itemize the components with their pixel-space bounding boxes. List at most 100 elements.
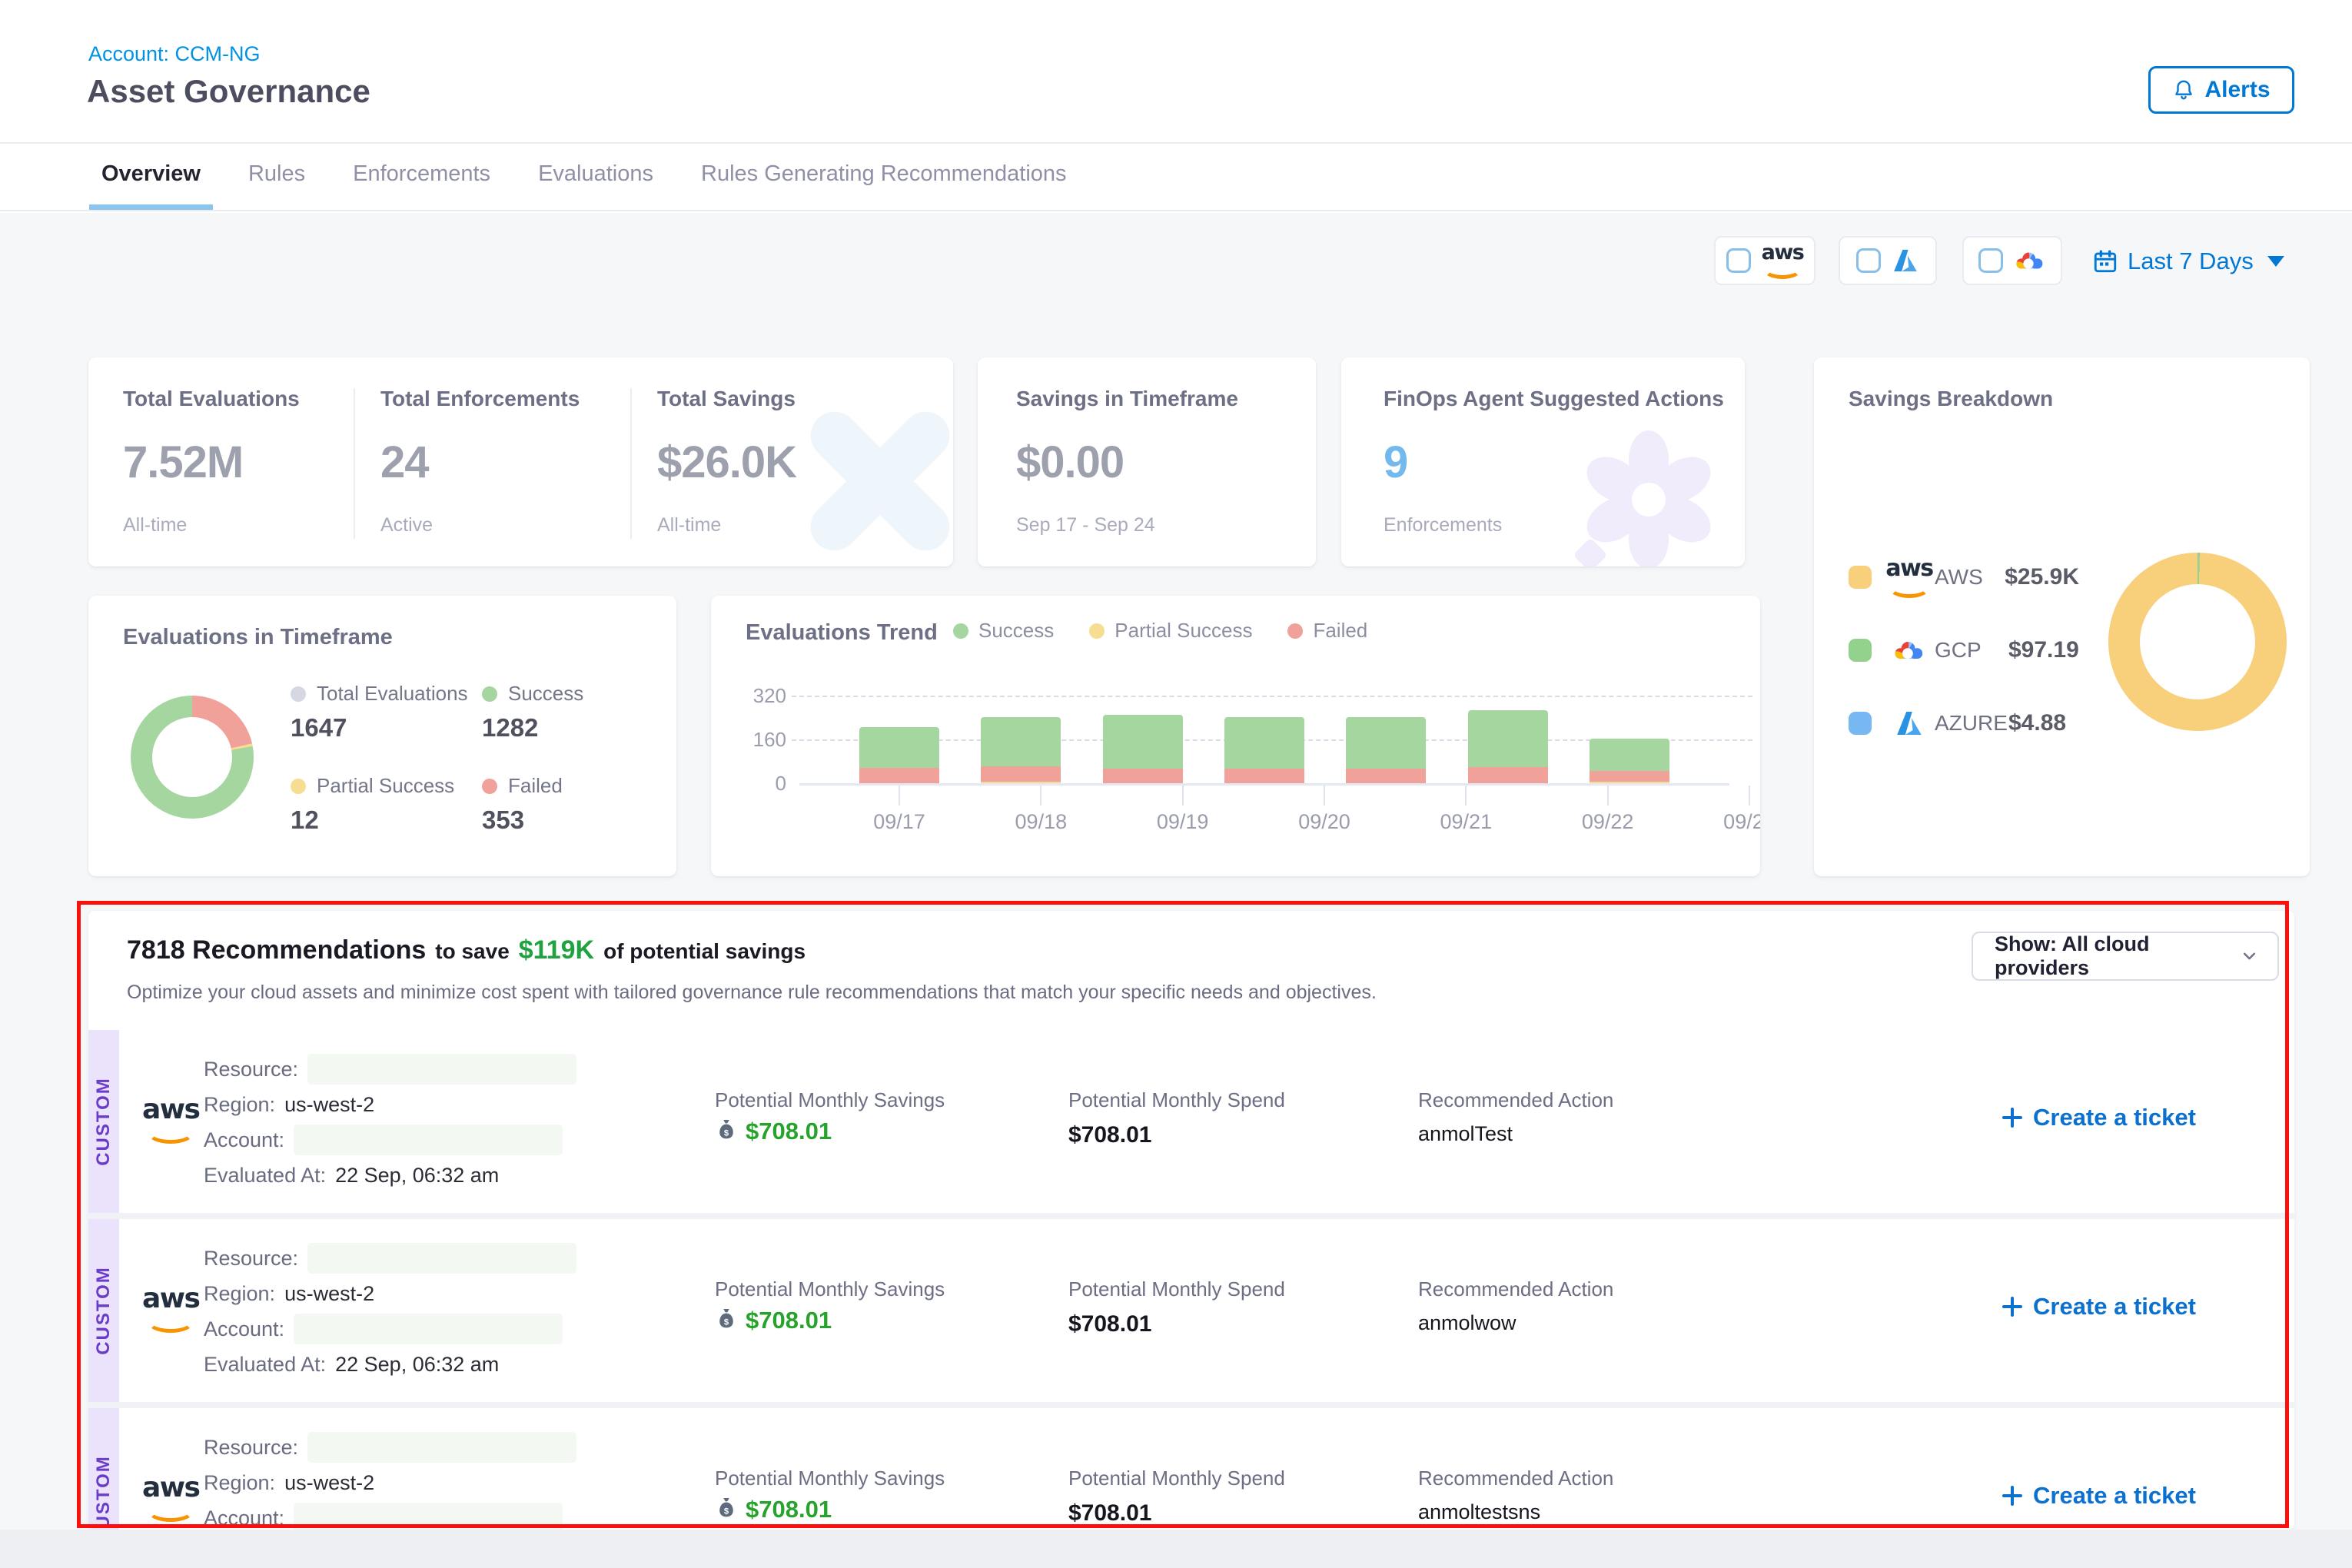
- potential-monthly-spend: $708.01: [1068, 1500, 1151, 1526]
- aws-provider-icon: aws: [142, 1474, 199, 1522]
- region-label: Region:: [204, 1471, 275, 1495]
- trend-y-label: 0: [726, 772, 786, 794]
- savings-breakdown-card: Savings Breakdown aws AWS $25.9K: [1814, 357, 2310, 876]
- trend-legend: Success Partial Success Failed: [953, 619, 1367, 643]
- aws-legend-label: AWS: [1935, 565, 2005, 590]
- provider-filter-azure[interactable]: [1839, 236, 1937, 285]
- flower-watermark-icon: [1572, 423, 1726, 566]
- date-range-picker[interactable]: Last 7 Days: [2092, 243, 2284, 280]
- aws-checkbox[interactable]: [1726, 248, 1751, 273]
- account-label: Account:: [204, 1317, 284, 1341]
- plus-icon: [2002, 1108, 2022, 1128]
- provider-filter-gcp[interactable]: [1962, 236, 2062, 285]
- trend-y-label: 320: [726, 685, 786, 706]
- savings-column-header: Potential Monthly Savings: [715, 1088, 945, 1112]
- svg-text:$: $: [724, 1129, 729, 1138]
- alerts-label: Alerts: [2204, 77, 2270, 103]
- tab-evaluations[interactable]: Evaluations: [526, 144, 666, 210]
- evaluations-donut-chart: [131, 696, 254, 819]
- recommendations-subtitle: Optimize your cloud assets and minimize …: [127, 982, 1377, 1004]
- trend-x-label: 09/23: [1709, 786, 1760, 834]
- partial-success-count: 12: [291, 806, 471, 835]
- success-dot: [482, 686, 497, 702]
- legend-success: Success 1282: [482, 682, 663, 742]
- savings-column-header: Potential Monthly Savings: [715, 1467, 945, 1490]
- azure-checkbox[interactable]: [1856, 248, 1881, 273]
- create-ticket-button[interactable]: Create a ticket: [2002, 1482, 2196, 1510]
- trend-plot-area: [799, 696, 1729, 786]
- azure-logo-icon: [1892, 247, 1919, 274]
- provider-filter-aws[interactable]: aws: [1714, 236, 1815, 285]
- evaluated-at-label: Evaluated At:: [204, 1353, 326, 1377]
- divider: [630, 388, 632, 539]
- date-range-label: Last 7 Days: [2128, 247, 2254, 275]
- action-column-header: Recommended Action: [1418, 1277, 1613, 1301]
- resource-value-redacted: [307, 1054, 576, 1085]
- savings-in-timeframe-label: Savings in Timeframe: [1016, 387, 1238, 411]
- success-count: 1282: [482, 713, 663, 742]
- legend-partial-success: Partial Success 12: [291, 774, 471, 835]
- azure-legend-label: AZURE: [1935, 711, 2008, 736]
- account-label: Account:: [204, 1128, 284, 1152]
- evaluations-timeframe-title: Evaluations in Timeframe: [123, 625, 393, 650]
- create-ticket-button[interactable]: Create a ticket: [2002, 1293, 2196, 1321]
- tab-rules[interactable]: Rules: [236, 144, 317, 210]
- asset-governance-page: Account: CCM-NG Asset Governance Alerts …: [0, 0, 2352, 1568]
- aws-legend-value: $25.9K: [2005, 564, 2079, 590]
- gcp-legend-value: $97.19: [2008, 637, 2079, 663]
- svg-text:$: $: [724, 1318, 729, 1327]
- total-savings-value: $26.0K: [657, 437, 796, 488]
- success-dot: [953, 623, 968, 639]
- total-savings-label: Total Savings: [657, 387, 796, 411]
- savings-in-timeframe-sub: Sep 17 - Sep 24: [1016, 514, 1155, 537]
- trend-x-label: 09/20: [1284, 786, 1364, 834]
- trend-x-label: 09/21: [1426, 786, 1506, 834]
- breakdown-legend-gcp: GCP $97.19: [1849, 632, 2079, 669]
- potential-monthly-savings: $ $708.01: [715, 1118, 832, 1145]
- evaluated-at-label: Evaluated At:: [204, 1164, 326, 1188]
- tab-rules-generating-recommendations[interactable]: Rules Generating Recommendations: [689, 144, 1079, 210]
- page-title: Asset Governance: [87, 73, 370, 110]
- total-enforcements-sub: Active: [380, 514, 433, 537]
- create-ticket-button[interactable]: Create a ticket: [2002, 1104, 2196, 1131]
- resource-label: Resource:: [204, 1247, 298, 1271]
- plus-icon: [2002, 1297, 2022, 1317]
- finops-agent-sub: Enforcements: [1384, 514, 1502, 537]
- plus-icon: [2002, 1486, 2022, 1506]
- evaluated-at-value: 22 Sep, 06:32 am: [335, 1353, 499, 1377]
- region-value: us-west-2: [284, 1093, 374, 1117]
- gcp-logo-icon: [2014, 248, 2046, 273]
- azure-color-swatch: [1849, 712, 1872, 735]
- resource-label: Resource:: [204, 1436, 298, 1460]
- gcp-color-swatch: [1849, 639, 1872, 662]
- summary-stats-card: Total Evaluations 7.52M All-time Total E…: [88, 357, 953, 566]
- aws-logo-icon: aws: [1762, 242, 1804, 279]
- row-divider: [88, 1402, 2294, 1408]
- account-breadcrumb-link[interactable]: Account: CCM-NG: [88, 42, 261, 66]
- trend-bar: [859, 727, 939, 783]
- tab-overview[interactable]: Overview: [89, 144, 213, 210]
- trend-legend-partial-success: Partial Success: [1089, 619, 1252, 643]
- finops-agent-label: FinOps Agent Suggested Actions: [1384, 387, 1724, 411]
- region-label: Region:: [204, 1093, 275, 1117]
- gcp-checkbox[interactable]: [1978, 248, 2003, 273]
- action-column-header: Recommended Action: [1418, 1088, 1613, 1112]
- alerts-button[interactable]: Alerts: [2148, 66, 2294, 114]
- cloud-provider-filter-dropdown[interactable]: Show: All cloud providers: [1972, 932, 2279, 981]
- trend-plot: [799, 696, 1729, 783]
- recommendations-headline: 7818 Recommendations to save $119K of po…: [127, 935, 806, 965]
- action-column-header: Recommended Action: [1418, 1467, 1613, 1490]
- tab-enforcements[interactable]: Enforcements: [341, 144, 503, 210]
- recommended-action: anmoltestsns: [1418, 1500, 1540, 1524]
- aws-color-swatch: [1849, 566, 1872, 589]
- legend-total-evaluations: Total Evaluations 1647: [291, 682, 471, 742]
- potential-monthly-savings: $ $708.01: [715, 1307, 832, 1334]
- breakdown-legend-azure: AZURE $4.88: [1849, 705, 2079, 742]
- total-enforcements-value: 24: [380, 437, 429, 488]
- trend-legend-success: Success: [953, 619, 1054, 643]
- total-evaluations-label: Total Evaluations: [123, 387, 300, 411]
- evaluations-trend-title: Evaluations Trend: [746, 620, 938, 646]
- trend-bar: [1103, 715, 1183, 783]
- legend-failed: Failed 353: [482, 774, 663, 835]
- trend-bar: [1468, 710, 1548, 783]
